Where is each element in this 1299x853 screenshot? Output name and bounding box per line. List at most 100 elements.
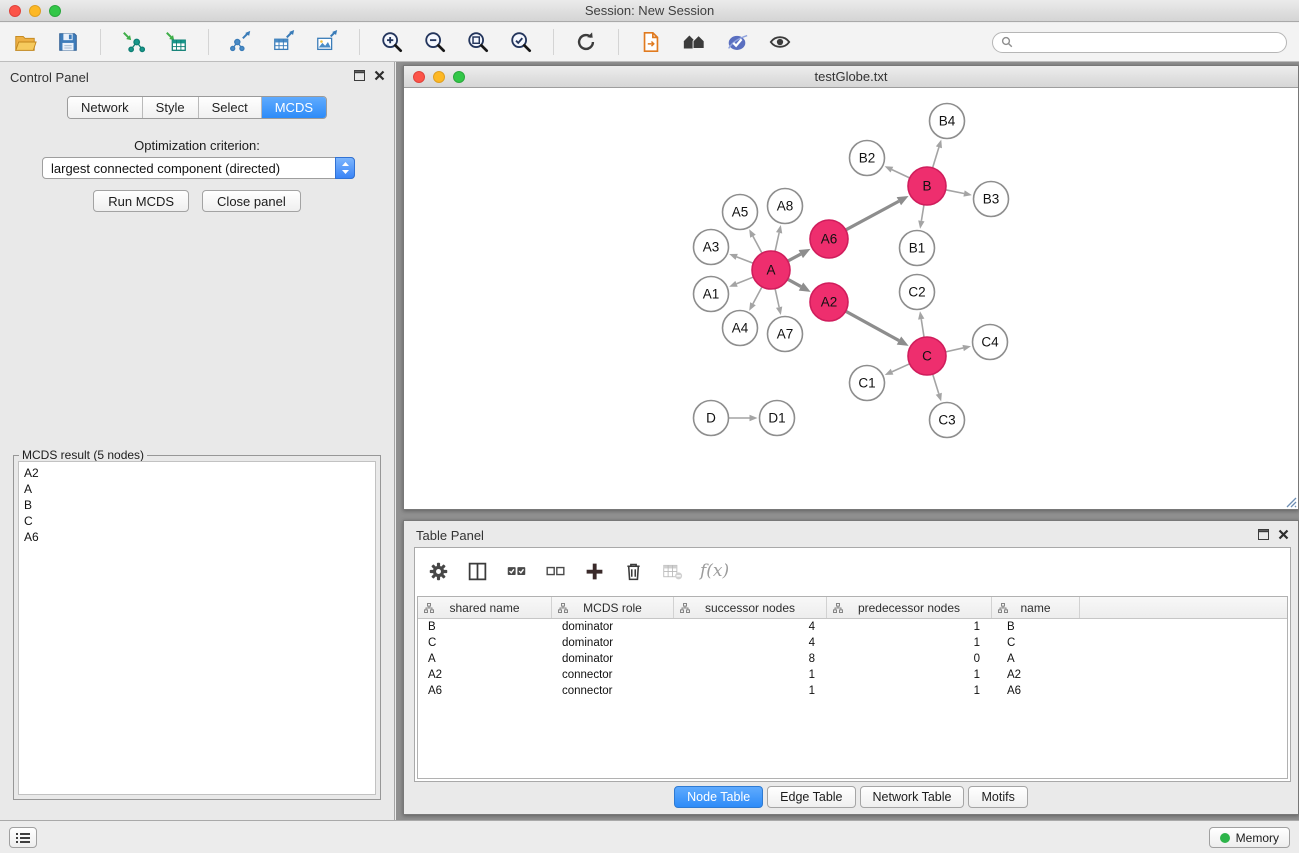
tab-network-table[interactable]: Network Table	[860, 786, 965, 808]
refresh-view-button[interactable]	[573, 29, 599, 55]
graph-edge-A-A8[interactable]	[775, 233, 779, 252]
zoom-out-button[interactable]	[422, 29, 448, 55]
tab-select[interactable]: Select	[199, 97, 262, 118]
function-builder-button[interactable]: f(x)	[700, 561, 729, 581]
tab-network[interactable]: Network	[68, 97, 143, 118]
table-row[interactable]: A2connector11A2	[418, 667, 1287, 683]
column-header-name[interactable]: name	[992, 597, 1080, 618]
graph-node-B[interactable]: B	[908, 167, 946, 205]
close-table-panel-icon[interactable]	[1278, 529, 1289, 540]
tab-node-table[interactable]: Node Table	[674, 786, 763, 808]
network-view-window[interactable]: testGlobe.txt B4B2BB3A5A8A6B1A3AA1C2A2A4…	[403, 65, 1299, 510]
graph-node-B1[interactable]: B1	[900, 231, 935, 266]
graph-edge-B-B2[interactable]	[892, 170, 910, 178]
mcds-result-list[interactable]: A2ABCA6	[18, 461, 376, 795]
float-table-panel-icon[interactable]	[1258, 529, 1269, 540]
zoom-fit-button[interactable]	[465, 29, 491, 55]
home-button[interactable]	[681, 29, 707, 55]
graph-edge-B-B4[interactable]	[933, 147, 939, 168]
close-panel-button[interactable]: Close panel	[202, 190, 301, 212]
mcds-result-item[interactable]: C	[24, 513, 375, 529]
graph-node-C1[interactable]: C1	[850, 366, 885, 401]
dropdown-stepper-icon[interactable]	[335, 157, 355, 179]
delete-column-button[interactable]	[622, 560, 644, 582]
zoom-in-button[interactable]	[379, 29, 405, 55]
graph-node-B4[interactable]: B4	[930, 104, 965, 139]
show-columns-button[interactable]	[466, 560, 488, 582]
column-header-shared-name[interactable]: shared name	[418, 597, 552, 618]
graph-edge-C-C1[interactable]	[892, 364, 910, 372]
open-session-file-button[interactable]	[638, 29, 664, 55]
graph-edge-C-C2[interactable]	[921, 319, 924, 337]
graph-node-A3[interactable]: A3	[694, 230, 729, 265]
tab-motifs[interactable]: Motifs	[968, 786, 1027, 808]
tab-edge-table[interactable]: Edge Table	[767, 786, 855, 808]
import-table-button[interactable]	[163, 29, 189, 55]
export-network-button[interactable]	[228, 29, 254, 55]
export-image-button[interactable]	[314, 29, 340, 55]
graph-node-C3[interactable]: C3	[930, 403, 965, 438]
table-row[interactable]: Bdominator41B	[418, 619, 1287, 635]
graph-node-B2[interactable]: B2	[850, 141, 885, 176]
graph-edge-A-A1[interactable]	[737, 277, 754, 284]
graph-node-C4[interactable]: C4	[973, 325, 1008, 360]
run-mcds-button[interactable]: Run MCDS	[93, 190, 189, 212]
column-header-successor-nodes[interactable]: successor nodes	[674, 597, 827, 618]
titlebar[interactable]: Session: New Session	[0, 0, 1299, 22]
graph-node-A8[interactable]: A8	[768, 189, 803, 224]
network-window-titlebar[interactable]: testGlobe.txt	[404, 66, 1298, 88]
graph-edge-A-A2[interactable]	[788, 279, 801, 286]
graph-edge-A-A3[interactable]	[737, 257, 754, 263]
graph-edge-B-B3[interactable]	[946, 190, 964, 194]
import-network-button[interactable]	[120, 29, 146, 55]
graph-edge-B-B1[interactable]	[921, 205, 924, 221]
graph-node-B3[interactable]: B3	[974, 182, 1009, 217]
network-zoom-button[interactable]	[453, 71, 465, 83]
graph-node-A1[interactable]: A1	[694, 277, 729, 312]
zoom-selected-button[interactable]	[508, 29, 534, 55]
graph-node-D[interactable]: D	[694, 401, 729, 436]
table-row[interactable]: A6connector11A6	[418, 683, 1287, 699]
search-input[interactable]	[1018, 35, 1278, 49]
graph-node-C2[interactable]: C2	[900, 275, 935, 310]
save-session-button[interactable]	[55, 29, 81, 55]
graph-node-A7[interactable]: A7	[768, 317, 803, 352]
select-all-button[interactable]	[505, 560, 527, 582]
search-box[interactable]	[992, 32, 1287, 53]
graph-edge-A-A5[interactable]	[753, 236, 762, 253]
table-row[interactable]: Cdominator41C	[418, 635, 1287, 651]
graph-edge-A6-B[interactable]	[846, 201, 899, 230]
graph-node-A4[interactable]: A4	[723, 311, 758, 346]
show-hide-button[interactable]	[767, 29, 793, 55]
tab-mcds[interactable]: MCDS	[262, 97, 326, 118]
graph-edge-A2-C[interactable]	[846, 311, 899, 340]
mcds-result-item[interactable]: A	[24, 481, 375, 497]
column-header-MCDS-role[interactable]: MCDS role	[552, 597, 674, 618]
graph-edge-A-A6[interactable]	[788, 254, 801, 261]
resize-grip-icon[interactable]	[1286, 497, 1297, 508]
graph-edge-C-C3[interactable]	[933, 374, 939, 394]
close-window-button[interactable]	[9, 5, 21, 17]
deselect-all-button[interactable]	[544, 560, 566, 582]
network-graph[interactable]: B4B2BB3A5A8A6B1A3AA1C2A2A4A7C4CC1C3DD1	[404, 88, 1298, 509]
graph-edge-C-C4[interactable]	[946, 348, 964, 352]
zoom-window-button[interactable]	[49, 5, 61, 17]
optimization-dropdown[interactable]: largest connected component (directed)	[42, 157, 355, 179]
graph-node-C[interactable]: C	[908, 337, 946, 375]
validate-button[interactable]	[724, 29, 750, 55]
open-file-button[interactable]	[12, 29, 38, 55]
graph-node-D1[interactable]: D1	[760, 401, 795, 436]
graph-node-A[interactable]: A	[752, 251, 790, 289]
graph-edge-A-A4[interactable]	[753, 287, 762, 304]
table-settings-button[interactable]	[427, 560, 449, 582]
mcds-result-item[interactable]: A6	[24, 529, 375, 545]
minimize-window-button[interactable]	[29, 5, 41, 17]
network-close-button[interactable]	[413, 71, 425, 83]
column-header-predecessor-nodes[interactable]: predecessor nodes	[827, 597, 992, 618]
mcds-result-item[interactable]: A2	[24, 465, 375, 481]
float-panel-icon[interactable]	[354, 70, 365, 81]
add-column-button[interactable]	[583, 560, 605, 582]
delete-table-button[interactable]	[661, 560, 683, 582]
memory-button[interactable]: Memory	[1209, 827, 1290, 848]
graph-node-A5[interactable]: A5	[723, 195, 758, 230]
